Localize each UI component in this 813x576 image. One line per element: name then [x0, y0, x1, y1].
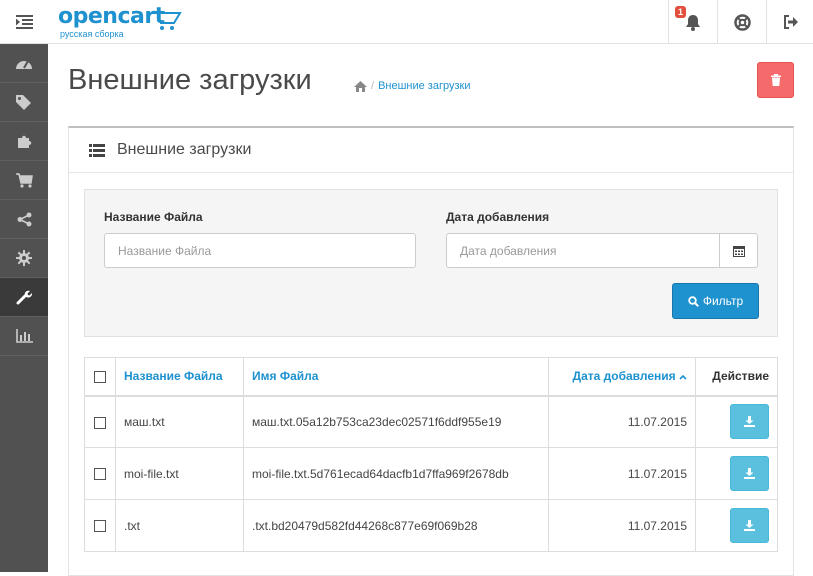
filter-date-label: Дата добавления: [446, 210, 550, 224]
list-icon: [89, 143, 105, 157]
downloads-table: Название Файла Имя Файла Дата добавления…: [84, 357, 778, 552]
home-icon[interactable]: [354, 80, 367, 92]
notification-badge: 1: [675, 6, 687, 18]
cell-name: маш.txt: [115, 395, 244, 448]
page-header: Внешние загрузки: [68, 64, 312, 97]
filter-name-input[interactable]: Название Файла: [104, 233, 416, 268]
filter-name-label: Название Файла: [104, 210, 203, 224]
select-all-checkbox[interactable]: [94, 371, 106, 384]
delete-button[interactable]: [757, 62, 794, 98]
sidebar-item-reports[interactable]: [0, 317, 48, 356]
cell-action: [695, 395, 778, 448]
bar-chart-icon: [15, 329, 33, 343]
filter-box: Название Файла Название Файла Дата добав…: [84, 189, 778, 337]
download-icon: [744, 416, 755, 428]
sidebar: [0, 44, 48, 572]
menu-indent-icon: [15, 15, 33, 29]
logout-button[interactable]: [766, 0, 813, 44]
col-header-name[interactable]: Название Файла: [115, 357, 244, 397]
cell-name: .txt: [115, 499, 244, 552]
filter-button-label: Фильтр: [702, 294, 744, 308]
download-button[interactable]: [730, 456, 769, 491]
cell-date: 11.07.2015: [548, 499, 696, 552]
sidebar-item-tools[interactable]: [0, 278, 48, 317]
table-row: moi-file.txt moi-file.txt.5d761ecad64dac…: [84, 447, 778, 500]
cell-filename: moi-file.txt.5d761ecad64dacfb1d7ffa969f2…: [243, 447, 549, 500]
opencart-logo[interactable]: opencart русская сборка: [58, 4, 182, 39]
search-icon: [688, 295, 699, 307]
row-select-cell: [84, 395, 116, 448]
breadcrumb-separator: /: [371, 80, 375, 92]
col-header-action: Действие: [695, 357, 778, 397]
sort-asc-icon: [679, 375, 687, 380]
calendar-icon: [732, 245, 745, 257]
logo-subtitle: русская сборка: [60, 29, 124, 39]
share-alt-icon: [17, 212, 31, 226]
wrench-icon: [16, 290, 32, 305]
row-checkbox[interactable]: [94, 520, 106, 533]
sidebar-item-sales[interactable]: [0, 161, 48, 200]
cell-action: [695, 499, 778, 552]
breadcrumb: / Внешние загрузки: [354, 80, 470, 92]
table-header-row: Название Файла Имя Файла Дата добавления…: [84, 357, 778, 397]
col-header-filename[interactable]: Имя Файла: [243, 357, 549, 397]
sign-out-icon: [784, 15, 798, 29]
row-checkbox[interactable]: [94, 468, 106, 481]
downloads-panel: Внешние загрузки Название Файла Название…: [68, 126, 794, 576]
row-checkbox[interactable]: [94, 416, 106, 429]
menu-toggle-button[interactable]: [0, 0, 48, 44]
top-header: opencart русская сборка 1: [0, 0, 813, 44]
filter-date-input[interactable]: Дата добавления: [446, 233, 720, 268]
sidebar-item-catalog[interactable]: [0, 83, 48, 122]
sidebar-item-settings[interactable]: [0, 239, 48, 278]
table-row: .txt .txt.bd20479d582fd44268c877e69f069b…: [84, 499, 778, 552]
cell-filename: маш.txt.05a12b753ca23dec02571f6ddf955e19: [243, 395, 549, 448]
filter-button[interactable]: Фильтр: [672, 283, 759, 319]
date-picker-button[interactable]: [719, 233, 758, 268]
shopping-cart-icon: [15, 172, 33, 188]
life-ring-icon: [733, 13, 751, 31]
download-button[interactable]: [730, 404, 769, 440]
cog-icon: [16, 250, 32, 266]
panel-title: Внешние загрузки: [117, 141, 252, 158]
download-icon: [744, 520, 755, 531]
panel-heading: Внешние загрузки: [69, 128, 793, 173]
sidebar-item-dashboard[interactable]: [0, 44, 48, 83]
cell-filename: .txt.bd20479d582fd44268c877e69f069b28: [243, 499, 549, 552]
col-header-date[interactable]: Дата добавления: [548, 357, 696, 397]
select-all-cell: [84, 357, 116, 397]
puzzle-piece-icon: [18, 135, 32, 148]
sidebar-item-extensions[interactable]: [0, 122, 48, 161]
tags-icon: [16, 95, 31, 110]
tachometer-icon: [16, 60, 32, 69]
cart-logo-icon: [152, 12, 182, 30]
table-row: маш.txt маш.txt.05a12b753ca23dec02571f6d…: [84, 395, 778, 448]
cell-date: 11.07.2015: [548, 395, 696, 448]
bell-icon: [686, 14, 700, 31]
download-button[interactable]: [730, 508, 769, 543]
logo-text: opencart: [58, 4, 165, 29]
row-select-cell: [84, 499, 116, 552]
cell-date: 11.07.2015: [548, 447, 696, 500]
sidebar-item-marketing[interactable]: [0, 200, 48, 239]
download-icon: [744, 468, 755, 479]
cell-name: moi-file.txt: [115, 447, 244, 500]
row-select-cell: [84, 447, 116, 500]
page-title: Внешние загрузки: [68, 64, 312, 96]
cell-action: [695, 447, 778, 500]
col-header-date-label: Дата добавления: [572, 369, 676, 384]
trash-icon: [770, 74, 781, 86]
breadcrumb-link[interactable]: Внешние загрузки: [378, 80, 470, 92]
notifications-button[interactable]: 1: [668, 0, 717, 44]
help-button[interactable]: [717, 0, 766, 44]
